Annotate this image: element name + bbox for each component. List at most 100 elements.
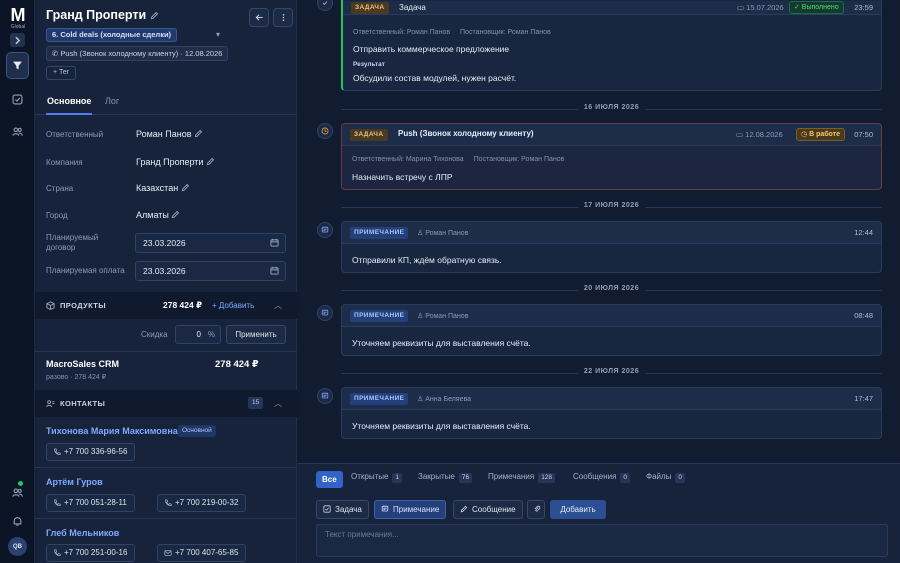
contact-email[interactable]: +7 700 407-65-85 [157, 544, 247, 562]
divider [35, 518, 297, 519]
note-text-input[interactable] [317, 525, 887, 556]
task-title: Задача [399, 3, 426, 12]
add-product-button[interactable]: + Добавить [212, 301, 254, 310]
users-icon [11, 127, 23, 136]
filter-all[interactable]: Все [316, 471, 343, 488]
products-total: 278 424 ₽ [163, 300, 203, 310]
note-time: 12:44 [854, 228, 873, 237]
task-title: Push (Звонок холодному клиенту) [398, 129, 534, 138]
tab-log[interactable]: Лог [105, 96, 119, 106]
collapse-chevron-up-icon[interactable]: ︿ [274, 398, 282, 409]
mail-icon [164, 550, 172, 556]
contact-phone[interactable]: +7 700 251-00-16 [46, 544, 136, 562]
filter-open[interactable]: Открытые 1 [351, 472, 403, 483]
note-type-badge: ПРИМЕЧАНИЕ [350, 310, 409, 322]
collapse-chevron-up-icon[interactable]: ︿ [274, 300, 282, 311]
chevron-right-icon [15, 36, 21, 44]
contact-name[interactable]: Глеб Мельников [46, 528, 119, 538]
phone-icon [54, 549, 61, 556]
new-note-button[interactable]: Примечание [374, 500, 447, 519]
planned-contract-date-input[interactable]: 23.03.2026 [135, 233, 286, 253]
note-body: Отправили КП, ждём обратную связь. [352, 255, 502, 265]
filter-files[interactable]: Файлы 0 [646, 472, 686, 483]
app-logo[interactable]: M Global [6, 6, 30, 30]
filter-closed[interactable]: Закрытые 76 [418, 472, 473, 483]
rail-deals-button[interactable] [6, 52, 29, 79]
discount-input[interactable]: 0 % [175, 325, 221, 344]
tab-main[interactable]: Основное [45, 96, 93, 115]
task-card[interactable]: ЗАДАЧА Задача ▭ 15.07.2026 ✓ Выполнено 2… [341, 0, 882, 91]
task-people: Ответственный: Марина Тихонова Постановщ… [352, 156, 565, 163]
rail-team-button[interactable] [7, 482, 27, 502]
note-body: Уточняем реквизиты для выставления счёта… [352, 338, 531, 348]
task-card[interactable]: ЗАДАЧА Push (Звонок холодному клиенту) ▭… [341, 123, 882, 190]
note-time: 17:47 [854, 394, 873, 403]
rail-tasks-button[interactable] [7, 89, 27, 109]
activity-timeline: ЗАДАЧА Задача ▭ 15.07.2026 ✓ Выполнено 2… [297, 0, 900, 463]
note-icon [317, 222, 333, 238]
edit-title-pencil-icon[interactable] [150, 9, 159, 23]
phone-icon [165, 499, 172, 506]
pencil-icon [460, 505, 468, 513]
product-subtext: разово · 278 424 ₽ [46, 374, 107, 381]
rail-notifications-button[interactable] [7, 511, 27, 531]
planned-contract-label: Планируемый договор [46, 233, 99, 252]
new-task-button[interactable]: Задача [316, 500, 369, 519]
status-badge: ◷ В работе [796, 128, 845, 141]
attach-button[interactable] [527, 500, 545, 519]
filter-notes[interactable]: Примечания 128 [488, 472, 556, 483]
filter-messages[interactable]: Сообщения 0 [573, 472, 631, 483]
city-value[interactable]: Алматы [136, 210, 180, 221]
date-separator: 22 ИЮЛЯ 2026 [341, 368, 882, 378]
note-card[interactable]: ПРИМЕЧАНИЕ ♙ Роман Панов 12:44 Отправили… [341, 221, 882, 273]
note-author: ♙ Роман Панов [417, 313, 469, 320]
stage-badge[interactable]: 6. Cold deals (холодные сделки) [46, 28, 178, 42]
note-icon [317, 305, 333, 321]
left-rail: M Global QB [0, 0, 35, 563]
task-time: 23:59 [854, 3, 873, 12]
divider [35, 467, 297, 468]
country-value[interactable]: Казахстан [136, 183, 190, 194]
company-value[interactable]: Гранд Проперти [136, 157, 215, 168]
note-icon [317, 388, 333, 404]
edit-pencil-icon[interactable] [181, 183, 190, 194]
date-separator: 20 ИЮЛЯ 2026 [341, 285, 882, 295]
add-button[interactable]: Добавить [550, 500, 606, 519]
next-task-chip[interactable]: ✆ Push (Звонок холодному клиенту) · 12.0… [46, 46, 229, 61]
task-body: Назначить встречу с ЛПР [352, 172, 453, 182]
products-section-header[interactable]: ПРОДУКТЫ 278 424 ₽ + Добавить ︿ [35, 292, 297, 319]
product-name[interactable]: MacroSales CRM [46, 359, 119, 369]
expand-rail-button[interactable] [10, 33, 25, 47]
task-body: Отправить коммерческое предложение [353, 44, 510, 54]
note-textarea[interactable] [316, 524, 888, 557]
date-separator: 16 ИЮЛЯ 2026 [341, 104, 882, 114]
back-button[interactable] [249, 8, 269, 27]
bell-icon [13, 516, 21, 526]
contact-phone[interactable]: +7 700 051-28-11 [46, 494, 135, 512]
paperclip-icon [534, 505, 541, 512]
note-card[interactable]: ПРИМЕЧАНИЕ ♙ Анна Беляева 17:47 Уточняем… [341, 387, 882, 439]
arrow-left-icon [255, 14, 263, 21]
new-message-button[interactable]: Сообщение [453, 500, 523, 519]
task-people: Ответственный: Роман Панов Постановщик: … [353, 29, 551, 36]
contact-name[interactable]: Артём Гуров [46, 477, 103, 487]
user-avatar[interactable]: QB [8, 537, 27, 556]
edit-pencil-icon[interactable] [194, 129, 203, 140]
rail-contacts-button[interactable] [7, 121, 27, 141]
more-menu-button[interactable] [273, 8, 293, 27]
owner-value[interactable]: Роман Панов [136, 129, 203, 140]
planned-payment-date-input[interactable]: 23.03.2026 [135, 261, 286, 281]
note-type-badge: ПРИМЕЧАНИЕ [350, 227, 409, 239]
edit-pencil-icon[interactable] [206, 157, 215, 168]
add-tag-button[interactable]: + Тег [46, 66, 77, 80]
apply-discount-button[interactable]: Применить [226, 325, 286, 344]
edit-pencil-icon[interactable] [171, 210, 180, 221]
checkbox-icon [323, 505, 331, 513]
contacts-section-header[interactable]: КОНТАКТЫ 15 ︿ [35, 390, 297, 417]
note-card[interactable]: ПРИМЕЧАНИЕ ♙ Роман Панов 08:48 Уточняем … [341, 304, 882, 356]
contact-phone[interactable]: +7 700 219-00-32 [157, 494, 247, 512]
contact-phone[interactable]: +7 700 336-96-56 [46, 443, 136, 461]
funnel-icon [13, 61, 22, 70]
stage-chevron-down-icon[interactable]: ▾ [216, 30, 220, 39]
contact-name[interactable]: Тихонова Мария Максимовна [46, 426, 178, 436]
